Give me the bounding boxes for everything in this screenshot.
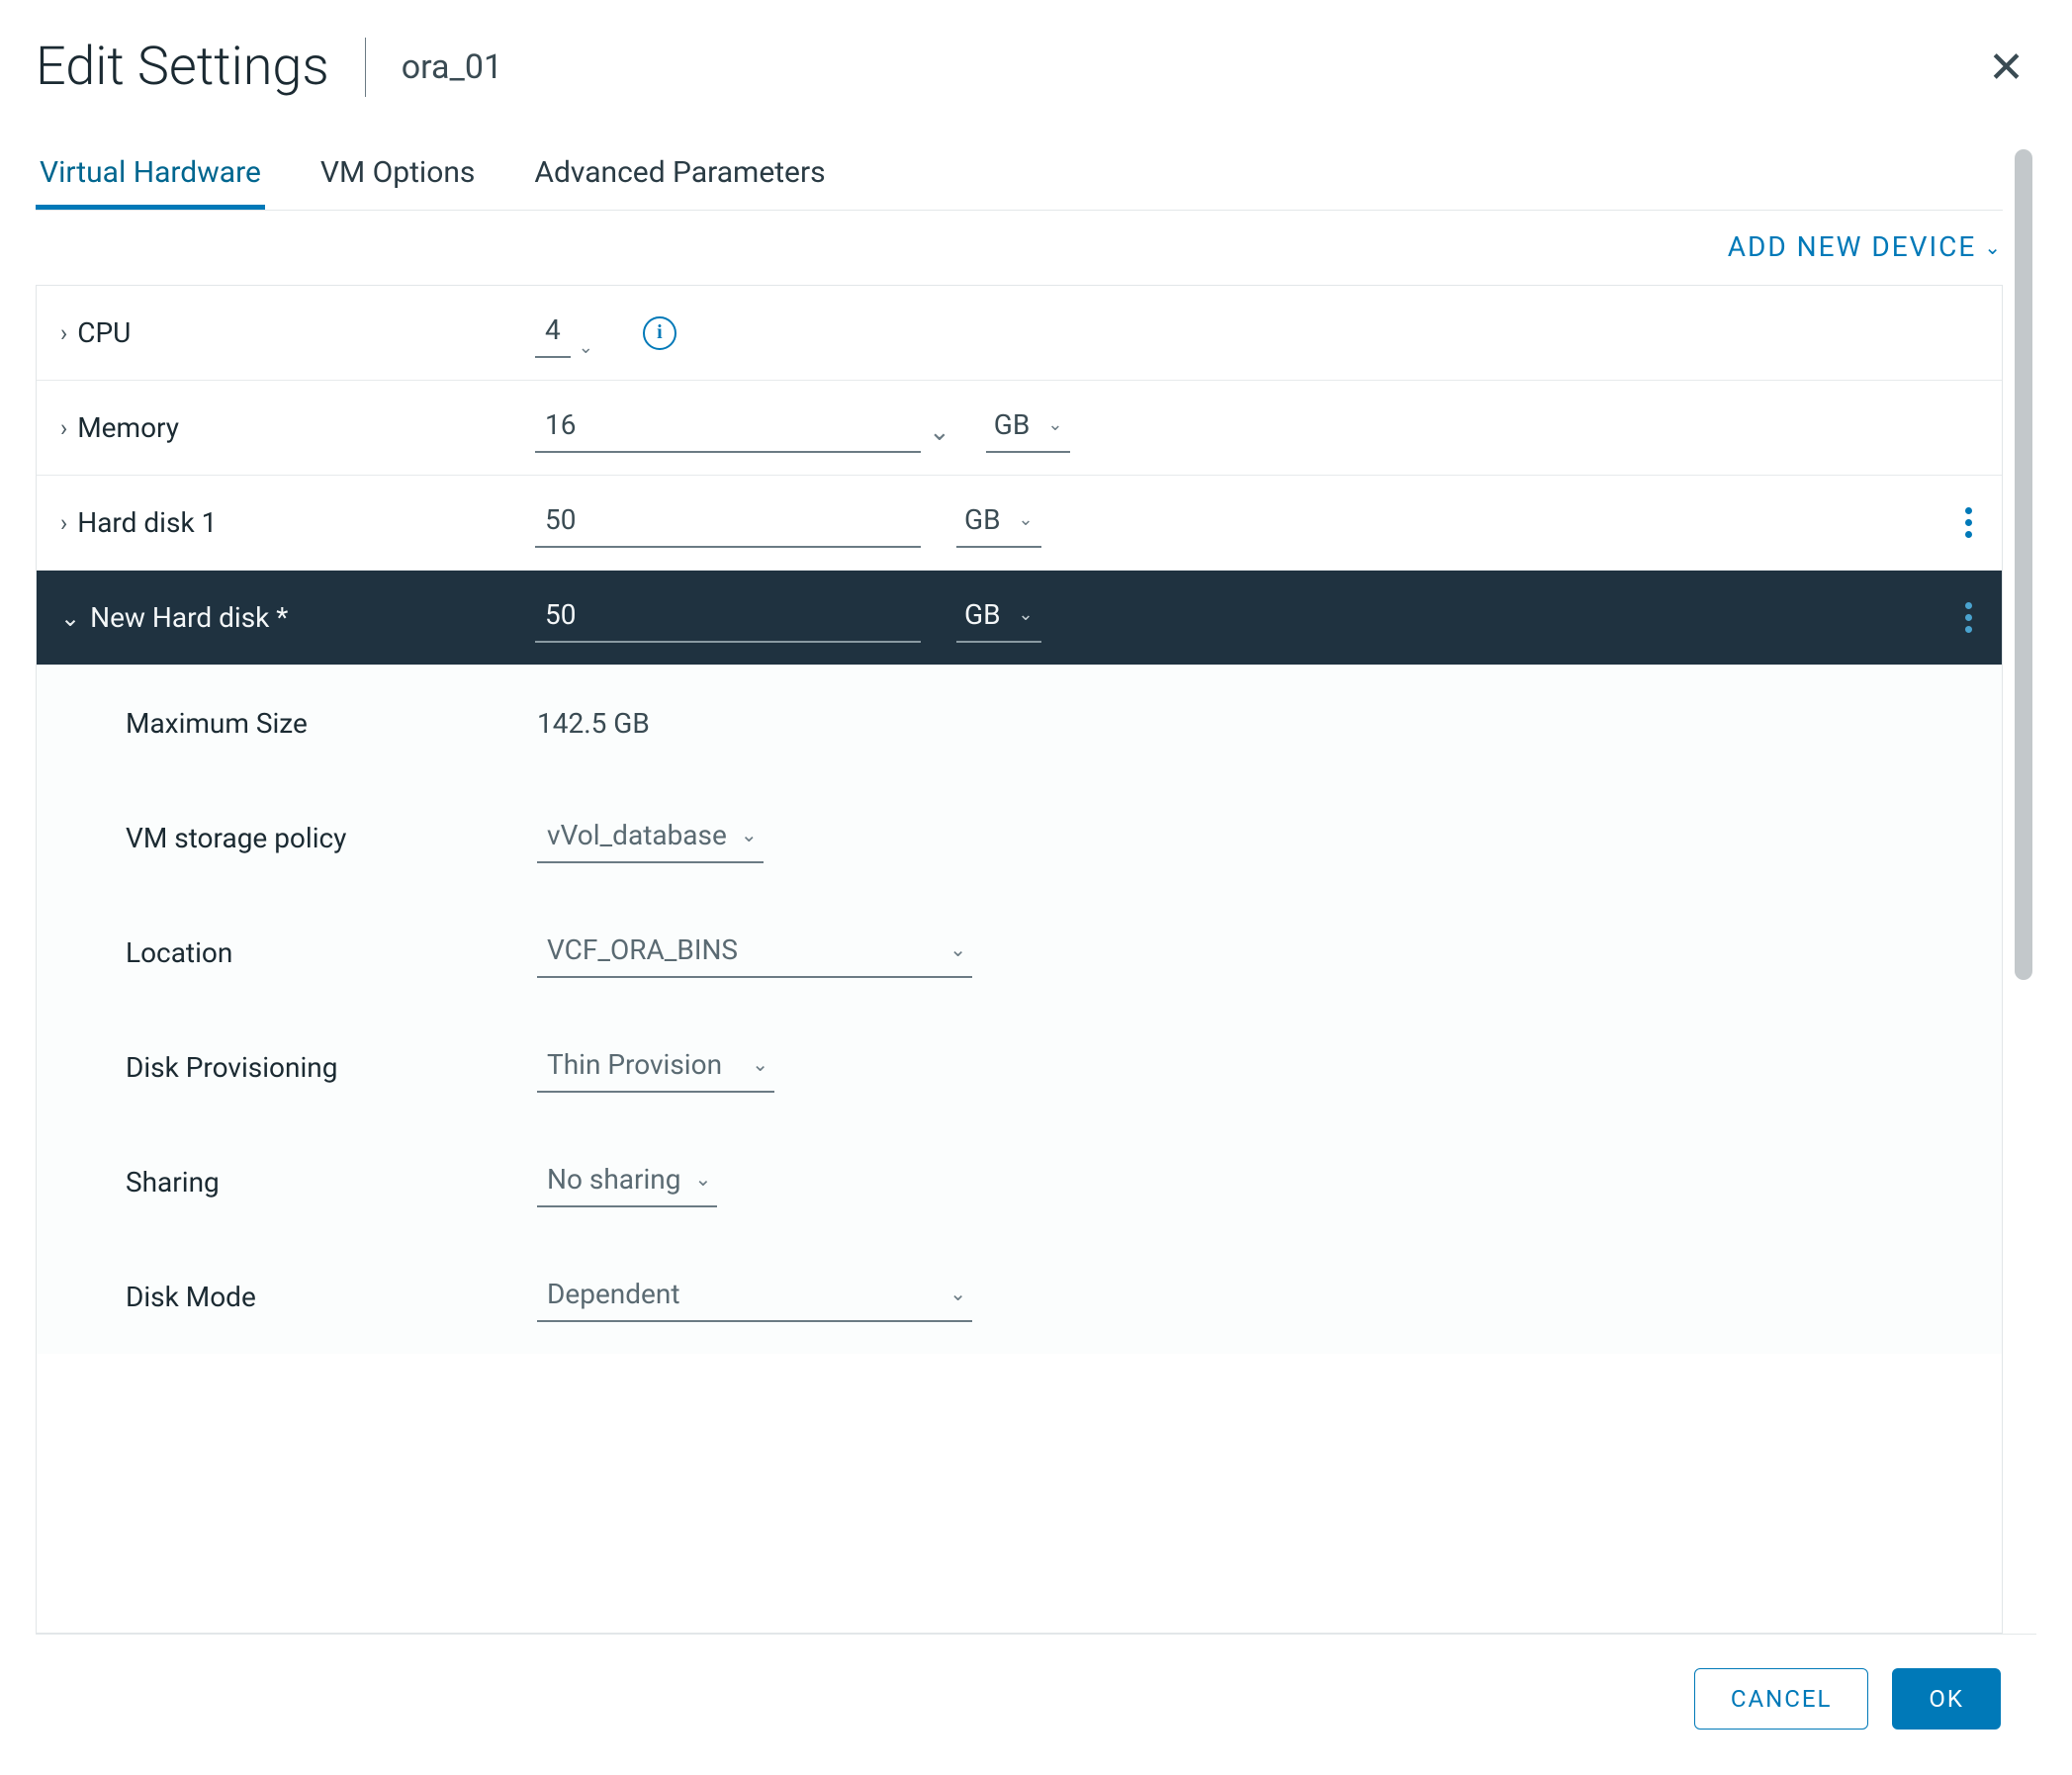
hd1-value-cell: 50 GB ⌄ xyxy=(535,497,1919,548)
memory-label: Memory xyxy=(77,411,179,444)
memory-label-cell: › Memory xyxy=(60,411,535,444)
chevron-down-icon: ⌄ xyxy=(949,937,966,961)
newhd-label-cell: ⌄ New Hard disk * xyxy=(60,601,535,634)
tab-advanced-parameters[interactable]: Advanced Parameters xyxy=(530,145,829,210)
sharing-select[interactable]: No sharing ⌄ xyxy=(537,1157,717,1207)
dialog-header: Edit Settings ora_01 ✕ xyxy=(36,36,2036,98)
dialog-footer: CANCEL OK xyxy=(36,1634,2036,1775)
chevron-down-icon: ⌄ xyxy=(579,337,593,358)
kebab-menu-icon[interactable] xyxy=(1959,501,1978,544)
detail-row-storage-policy: VM storage policy vVol_database ⌄ xyxy=(37,780,2002,895)
device-table: › CPU 4 ⌄ i › Memory xyxy=(36,285,2003,1634)
add-device-label: ADD NEW DEVICE xyxy=(1728,230,1977,263)
newhd-unit-select[interactable]: GB ⌄ xyxy=(956,592,1041,643)
chevron-down-icon: ⌄ xyxy=(694,1167,711,1191)
disk-mode-value: Dependent xyxy=(547,1278,680,1310)
chevron-right-icon[interactable]: › xyxy=(60,319,67,347)
memory-unit-select[interactable]: GB ⌄ xyxy=(986,402,1071,453)
storage-policy-label: VM storage policy xyxy=(126,822,537,854)
detail-row-disk-provisioning: Disk Provisioning Thin Provision ⌄ xyxy=(37,1010,2002,1124)
row-cpu: › CPU 4 ⌄ i xyxy=(37,286,2002,381)
memory-unit-value: GB xyxy=(994,408,1031,441)
scrollbar-thumb[interactable] xyxy=(2015,149,2032,980)
location-label: Location xyxy=(126,936,537,969)
tab-vm-options[interactable]: VM Options xyxy=(316,145,480,210)
cpu-label-cell: › CPU xyxy=(60,316,535,349)
detail-row-max-size: Maximum Size 142.5 GB xyxy=(37,666,2002,780)
hd1-right xyxy=(1919,501,1978,544)
tab-bar: Virtual Hardware VM Options Advanced Par… xyxy=(36,145,2003,211)
chevron-right-icon[interactable]: › xyxy=(60,414,67,442)
newhd-label: New Hard disk * xyxy=(90,601,288,634)
sharing-label: Sharing xyxy=(126,1166,537,1198)
chevron-down-icon: ⌄ xyxy=(1984,235,2003,259)
main-column: Virtual Hardware VM Options Advanced Par… xyxy=(36,145,2003,1634)
chevron-down-icon: ⌄ xyxy=(1047,414,1062,435)
edit-settings-dialog: Edit Settings ora_01 ✕ Virtual Hardware … xyxy=(0,0,2072,1775)
kebab-menu-icon[interactable] xyxy=(1959,596,1978,639)
detail-row-disk-mode: Disk Mode Dependent ⌄ xyxy=(37,1239,2002,1354)
title-separator xyxy=(365,38,366,97)
close-icon[interactable]: ✕ xyxy=(1988,45,2025,89)
disk-provisioning-label: Disk Provisioning xyxy=(126,1051,537,1084)
disk-provisioning-select[interactable]: Thin Provision ⌄ xyxy=(537,1042,774,1093)
chevron-down-icon: ⌄ xyxy=(752,1052,768,1076)
chevron-right-icon[interactable]: › xyxy=(60,509,67,537)
detail-row-location: Location VCF_ORA_BINS ⌄ xyxy=(37,895,2002,1010)
location-select[interactable]: VCF_ORA_BINS ⌄ xyxy=(537,928,972,978)
hd1-label: Hard disk 1 xyxy=(77,506,217,539)
row-new-hard-disk: ⌄ New Hard disk * 50 GB ⌄ xyxy=(37,571,2002,666)
row-hard-disk-1: › Hard disk 1 50 GB ⌄ xyxy=(37,476,2002,571)
header-left: Edit Settings ora_01 xyxy=(36,36,502,98)
tab-virtual-hardware[interactable]: Virtual Hardware xyxy=(36,145,265,210)
ok-button[interactable]: OK xyxy=(1892,1668,2001,1730)
dialog-title: Edit Settings xyxy=(36,36,329,98)
hd1-size-input[interactable]: 50 xyxy=(535,497,921,548)
dialog-target-name: ora_01 xyxy=(402,47,502,87)
storage-policy-value: vVol_database xyxy=(547,819,727,851)
sharing-value: No sharing xyxy=(547,1163,680,1196)
memory-value-cell: 16 ⌄ GB ⌄ xyxy=(535,402,1919,453)
max-size-value: 142.5 GB xyxy=(537,707,1978,740)
add-new-device-button[interactable]: ADD NEW DEVICE ⌄ xyxy=(1728,230,2003,263)
location-value: VCF_ORA_BINS xyxy=(547,933,738,966)
detail-row-sharing: Sharing No sharing ⌄ xyxy=(37,1124,2002,1239)
cpu-count-select[interactable]: 4 ⌄ xyxy=(535,308,593,358)
memory-size-stepper[interactable]: 16 ⌄ xyxy=(535,402,950,453)
disk-mode-label: Disk Mode xyxy=(126,1281,537,1313)
newhd-right xyxy=(1919,596,1978,639)
cpu-label: CPU xyxy=(77,316,131,349)
disk-mode-select[interactable]: Dependent ⌄ xyxy=(537,1272,972,1322)
content-area: Virtual Hardware VM Options Advanced Par… xyxy=(36,145,2036,1634)
chevron-down-icon: ⌄ xyxy=(949,1282,966,1305)
hd1-unit-value: GB xyxy=(964,503,1001,536)
chevron-down-icon: ⌄ xyxy=(929,417,950,447)
max-size-label: Maximum Size xyxy=(126,707,537,740)
row-memory: › Memory 16 ⌄ GB ⌄ xyxy=(37,381,2002,476)
cancel-button[interactable]: CANCEL xyxy=(1694,1668,1869,1730)
disk-provisioning-value: Thin Provision xyxy=(547,1048,722,1081)
storage-policy-select[interactable]: vVol_database ⌄ xyxy=(537,813,764,863)
actions-row: ADD NEW DEVICE ⌄ xyxy=(36,211,2003,285)
newhd-value-cell: 50 GB ⌄ xyxy=(535,592,1919,643)
newhd-unit-value: GB xyxy=(964,598,1001,631)
chevron-down-icon: ⌄ xyxy=(741,823,758,846)
newhd-size-input[interactable]: 50 xyxy=(535,592,921,643)
chevron-down-icon[interactable]: ⌄ xyxy=(60,604,80,632)
hd1-unit-select[interactable]: GB ⌄ xyxy=(956,497,1041,548)
cpu-value-cell: 4 ⌄ i xyxy=(535,308,1919,358)
info-icon[interactable]: i xyxy=(643,316,676,350)
vertical-scrollbar[interactable] xyxy=(2011,145,2036,1634)
chevron-down-icon: ⌄ xyxy=(1019,509,1034,530)
cpu-count-value: 4 xyxy=(535,308,571,358)
memory-size-value: 16 xyxy=(535,402,921,453)
new-hard-disk-detail-panel: Maximum Size 142.5 GB VM storage policy … xyxy=(37,666,2002,1354)
hd1-label-cell: › Hard disk 1 xyxy=(60,506,535,539)
chevron-down-icon: ⌄ xyxy=(1019,604,1034,625)
